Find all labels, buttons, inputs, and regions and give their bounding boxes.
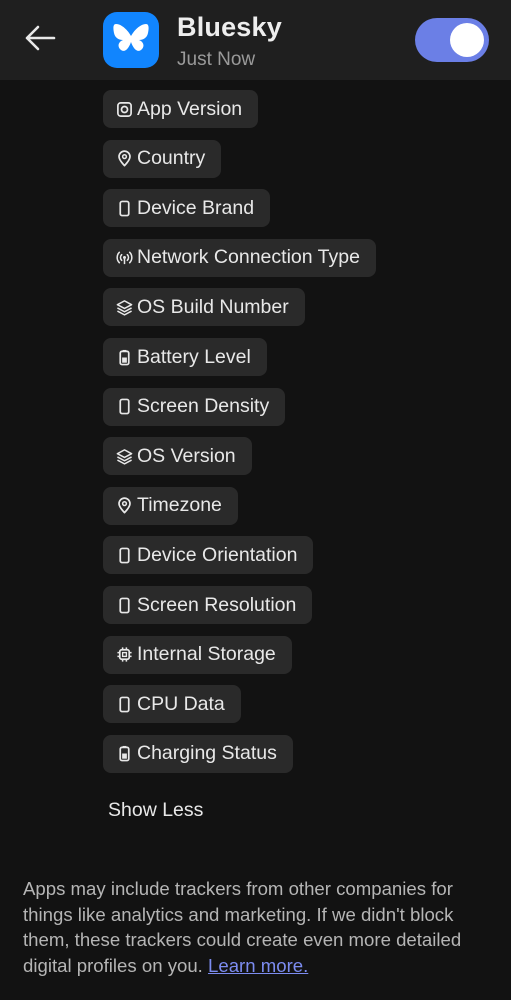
app-version-icon [115, 100, 133, 118]
layers-icon [115, 298, 133, 316]
data-type-label: Charging Status [137, 742, 277, 765]
back-arrow-icon [24, 24, 56, 57]
footer-note: Apps may include trackers from other com… [23, 876, 493, 979]
show-less-button[interactable]: Show Less [108, 799, 203, 822]
tracking-toggle[interactable] [415, 18, 489, 62]
data-type-chip: Device Orientation [103, 536, 314, 575]
app-name: Bluesky [177, 12, 282, 42]
toggle-knob [450, 23, 484, 57]
data-type-label: Internal Storage [137, 643, 276, 666]
data-type-chip: Battery Level [103, 338, 267, 376]
phone-icon [115, 695, 133, 713]
data-type-label: Device Brand [137, 196, 255, 219]
location-pin-icon [115, 150, 133, 168]
data-type-label: Screen Density [137, 395, 270, 418]
back-button[interactable] [18, 20, 62, 60]
data-type-label: CPU Data [137, 692, 225, 715]
data-type-chip: Screen Density [103, 387, 286, 426]
phone-icon [115, 546, 133, 564]
phone-icon [115, 596, 133, 614]
learn-more-link[interactable]: Learn more. [208, 955, 308, 976]
phone-icon [115, 199, 133, 217]
data-type-chip: Network Connection Type [103, 238, 376, 277]
data-type-chip: Country [103, 139, 222, 178]
data-type-label: Country [137, 147, 206, 170]
battery-icon [115, 348, 133, 366]
app-header: Bluesky Just Now [0, 0, 511, 80]
layers-icon [115, 447, 133, 465]
location-pin-icon [115, 497, 133, 515]
data-type-label: Timezone [137, 494, 222, 517]
butterfly-icon [112, 21, 150, 60]
chip-icon [115, 646, 133, 664]
data-type-chip: Charging Status [103, 734, 293, 773]
signal-icon [115, 249, 133, 267]
phone-icon [115, 398, 133, 416]
data-type-label: OS Build Number [137, 295, 289, 318]
data-type-chip: CPU Data [103, 685, 241, 724]
data-type-label: Device Orientation [137, 543, 298, 566]
data-type-label: Screen Resolution [137, 593, 297, 616]
data-type-chip: Internal Storage [103, 635, 292, 674]
data-type-chip: OS Build Number [103, 288, 305, 327]
data-type-label: OS Version [137, 444, 236, 467]
data-type-chip: OS Version [103, 437, 252, 476]
data-type-chip: App Version [103, 90, 259, 128]
app-timestamp: Just Now [177, 49, 256, 70]
data-type-label: Battery Level [137, 345, 251, 368]
app-icon [103, 12, 159, 68]
data-type-label: App Version [137, 97, 243, 120]
data-type-chip: Screen Resolution [103, 586, 313, 624]
data-type-chip: Device Brand [103, 189, 271, 228]
data-type-label: Network Connection Type [137, 246, 360, 269]
battery-icon [115, 745, 133, 763]
data-type-chip: Timezone [103, 486, 238, 525]
